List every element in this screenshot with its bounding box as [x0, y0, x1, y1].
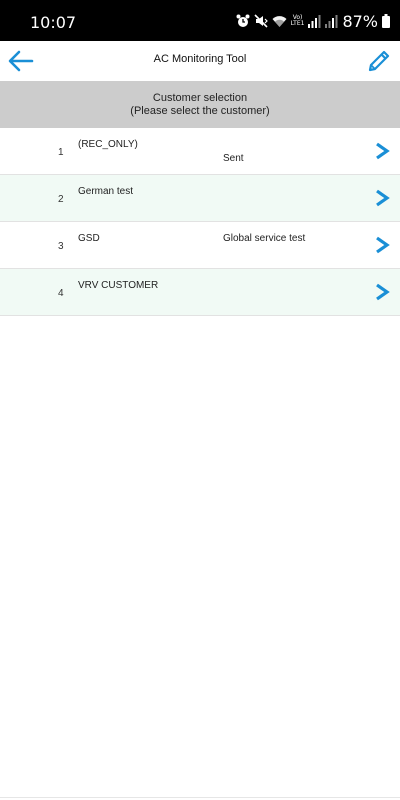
- signal-icon-secondary: [325, 14, 338, 28]
- customer-detail: Global service test: [223, 233, 306, 244]
- row-index: 2: [58, 194, 64, 205]
- status-time: 10:07: [30, 13, 77, 32]
- section-title: Customer selection: [152, 92, 248, 104]
- status-bar: 10:07 Vo) LTE1 87%: [0, 0, 400, 41]
- wifi-icon: [272, 15, 287, 27]
- battery-level: 87%: [342, 11, 378, 31]
- customer-name: GSD: [78, 233, 100, 244]
- alarm-icon: [236, 14, 250, 27]
- row-index: 1: [58, 147, 64, 158]
- section-header: Customer selection (Please select the cu…: [0, 81, 400, 128]
- volte-bottom: LTE1: [290, 20, 305, 27]
- chevron-right-icon[interactable]: [374, 189, 390, 207]
- chevron-right-icon[interactable]: [374, 283, 390, 301]
- signal-icon: [308, 14, 321, 28]
- chevron-right-icon[interactable]: [374, 142, 390, 160]
- customer-name: VRV CUSTOMER: [78, 280, 159, 291]
- customer-name: German test: [78, 186, 134, 197]
- customer-row[interactable]: 1 (REC_ONLY) Sent: [0, 128, 400, 175]
- page-title: AC Monitoring Tool: [153, 53, 247, 65]
- volte-icon: Vo) LTE1: [291, 15, 305, 27]
- mute-icon: [254, 14, 268, 28]
- customer-row[interactable]: 4 VRV CUSTOMER: [0, 269, 400, 316]
- app-bar: AC Monitoring Tool: [0, 41, 400, 81]
- customer-detail: Sent: [223, 153, 244, 164]
- bottom-divider: [0, 797, 400, 798]
- customer-row[interactable]: 3 GSD Global service test: [0, 222, 400, 269]
- row-index: 3: [58, 241, 64, 252]
- chevron-right-icon[interactable]: [374, 236, 390, 254]
- customer-row[interactable]: 2 German test: [0, 175, 400, 222]
- section-instruction: (Please select the customer): [130, 105, 270, 117]
- battery-icon: [382, 14, 390, 28]
- row-index: 4: [58, 288, 64, 299]
- customer-list: 1 (REC_ONLY) Sent 2 German test 3 GSD Gl…: [0, 128, 400, 316]
- customer-name: (REC_ONLY): [78, 139, 138, 150]
- status-icons: Vo) LTE1 87%: [236, 11, 390, 31]
- edit-button[interactable]: [364, 46, 394, 76]
- pencil-icon: [368, 50, 390, 72]
